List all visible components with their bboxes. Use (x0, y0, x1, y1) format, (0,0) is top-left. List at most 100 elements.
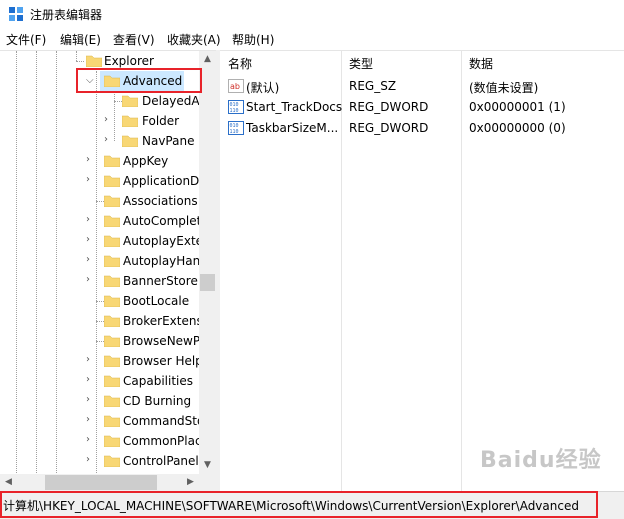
folder-icon (104, 455, 120, 467)
tree-item[interactable]: AppKey (123, 154, 168, 168)
expand-chevron-icon[interactable]: › (86, 455, 95, 465)
value-list[interactable]: 名称 类型 数据 ab (默认) REG_SZ (数值未设置) 010 110 … (220, 50, 624, 494)
value-type: REG_SZ (349, 79, 397, 93)
binary-value-icon: 010 110 (228, 100, 244, 114)
svg-text:110: 110 (230, 108, 239, 114)
folder-icon (104, 255, 120, 267)
column-header-data[interactable]: 数据 (469, 55, 493, 72)
tree-item[interactable]: ControlPanel (123, 454, 199, 468)
folder-icon (104, 315, 120, 327)
tree-item[interactable]: CommandSto (123, 414, 204, 428)
expand-chevron-icon[interactable]: › (86, 215, 95, 225)
registry-editor-icon (9, 7, 23, 21)
tree-item-explorer[interactable]: Explorer (104, 54, 154, 68)
expand-chevron-icon[interactable]: › (104, 135, 113, 145)
column-divider[interactable] (461, 51, 462, 494)
window-title: 注册表编辑器 (30, 8, 103, 22)
folder-icon (104, 275, 120, 287)
folder-icon (104, 355, 120, 367)
value-data: 0x00000000 (0) (469, 121, 566, 135)
title-bar: 注册表编辑器 (0, 0, 624, 28)
value-name: Start_TrackDocs (246, 100, 343, 114)
tree-item[interactable]: AutoplayHan (123, 254, 200, 268)
value-type: REG_DWORD (349, 100, 429, 114)
tree-horizontal-scrollbar[interactable]: ◀ ▶ (0, 474, 216, 491)
column-header-type[interactable]: 类型 (349, 55, 373, 72)
baidu-watermark: Baidu经验 (480, 448, 602, 473)
expand-chevron-icon[interactable]: › (86, 395, 95, 405)
folder-icon (122, 95, 138, 107)
tree-item[interactable]: Associations (123, 194, 198, 208)
folder-icon (122, 135, 138, 147)
menu-bar: 文件(F) 编辑(E) 查看(V) 收藏夹(A) 帮助(H) (0, 28, 624, 50)
value-data: 0x00000001 (1) (469, 100, 566, 114)
menu-view[interactable]: 查看(V) (113, 31, 155, 48)
tree-item[interactable]: BootLocale (123, 294, 189, 308)
svg-text:ab: ab (230, 82, 240, 91)
value-name: (默认) (246, 81, 280, 95)
tree-vertical-scrollbar[interactable]: ▲ ▼ (199, 51, 216, 474)
folder-icon (86, 55, 102, 67)
folder-icon (104, 335, 120, 347)
tree-item-child[interactable]: DelayedA (142, 94, 200, 108)
expand-chevron-icon[interactable]: › (86, 235, 95, 245)
folder-icon (122, 115, 138, 127)
binary-value-icon: 010 110 (228, 121, 244, 135)
scroll-up-arrow-icon[interactable]: ▲ (199, 51, 216, 68)
tree-item[interactable]: BrowseNewP (123, 334, 200, 348)
value-data: (数值未设置) (469, 81, 539, 95)
tree-guide-line (36, 51, 37, 475)
folder-icon (104, 235, 120, 247)
svg-text:110: 110 (230, 129, 239, 135)
highlight-box-advanced (76, 68, 202, 93)
menu-help[interactable]: 帮助(H) (232, 31, 274, 48)
menu-edit[interactable]: 编辑(E) (60, 31, 101, 48)
tree-item[interactable]: Browser Help (123, 354, 203, 368)
folder-icon (104, 375, 120, 387)
expand-chevron-icon[interactable]: › (86, 175, 95, 185)
folder-icon (104, 175, 120, 187)
expand-chevron-icon[interactable]: › (86, 275, 95, 285)
tree-guide-line (114, 91, 115, 141)
folder-icon (104, 435, 120, 447)
column-divider[interactable] (341, 51, 342, 494)
scrollbar-thumb[interactable] (45, 475, 157, 490)
tree-item[interactable]: BrokerExtens (123, 314, 203, 328)
tree-item[interactable]: AutoplayExte (123, 234, 203, 248)
tree-item-child[interactable]: Folder (142, 114, 179, 128)
menu-favorites[interactable]: 收藏夹(A) (167, 31, 221, 48)
expand-chevron-icon[interactable]: › (86, 435, 95, 445)
value-type: REG_DWORD (349, 121, 429, 135)
value-name: TaskbarSizeM... (246, 121, 339, 135)
folder-icon (104, 155, 120, 167)
folder-icon (104, 395, 120, 407)
scroll-down-arrow-icon[interactable]: ▼ (199, 457, 216, 474)
tree-item[interactable]: CD Burning (123, 394, 191, 408)
tree-item-child[interactable]: NavPane (142, 134, 194, 148)
expand-chevron-icon[interactable]: › (86, 415, 95, 425)
folder-icon (104, 415, 120, 427)
tree-item[interactable]: BannerStore (123, 274, 198, 288)
scroll-right-arrow-icon[interactable]: ▶ (182, 474, 199, 491)
expand-chevron-icon[interactable]: › (86, 355, 95, 365)
tree-item[interactable]: ApplicationD (123, 174, 199, 188)
tree-guide-line (76, 51, 77, 61)
column-header-name[interactable]: 名称 (228, 55, 252, 72)
tree-item[interactable]: AutoComplet (123, 214, 201, 228)
tree-guide-line (56, 51, 57, 475)
expand-chevron-icon[interactable]: › (86, 155, 95, 165)
tree-item[interactable]: Capabilities (123, 374, 193, 388)
string-value-icon: ab (228, 79, 244, 93)
scroll-left-arrow-icon[interactable]: ◀ (0, 474, 17, 491)
expand-chevron-icon[interactable]: › (86, 255, 95, 265)
folder-icon (104, 195, 120, 207)
expand-chevron-icon[interactable]: › (104, 115, 113, 125)
scrollbar-thumb[interactable] (200, 274, 215, 291)
expand-chevron-icon[interactable]: › (86, 375, 95, 385)
tree-item[interactable]: CommonPlac (123, 434, 202, 448)
menu-file[interactable]: 文件(F) (6, 31, 46, 48)
tree-guide-line (96, 71, 97, 475)
registry-tree[interactable]: Explorer ⌵ Advanced DelayedA › Folder › … (0, 50, 216, 475)
folder-icon (104, 215, 120, 227)
highlight-box-path (0, 491, 598, 518)
